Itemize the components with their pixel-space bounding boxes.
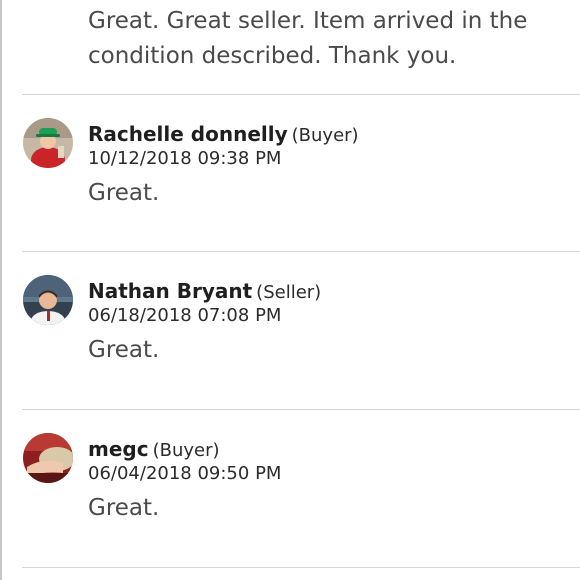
- review-comment: Great.: [88, 495, 160, 521]
- reviewer-line: Rachelle donnelly (Buyer): [88, 121, 359, 149]
- reviewer-line: Nathan Bryant (Seller): [88, 278, 321, 306]
- reviews-page: Great. Great seller. Item arrived in the…: [0, 0, 580, 580]
- review-item: Nathan Bryant (Seller) 06/18/2018 07:08 P…: [0, 252, 580, 408]
- reviewer-role: (Buyer): [291, 125, 359, 146]
- avatar[interactable]: [23, 275, 73, 325]
- review-date: 06/04/2018 09:50 PM: [88, 463, 282, 484]
- review-item: Rachelle donnelly (Buyer) 10/12/2018 09:3…: [0, 95, 580, 251]
- review-comment: Great.: [88, 337, 160, 363]
- user-avatar-icon: [23, 433, 73, 483]
- review-date: 10/12/2018 09:38 PM: [88, 148, 282, 169]
- review-comment: Great.: [88, 180, 160, 206]
- review-date: 06/18/2018 07:08 PM: [88, 305, 282, 326]
- reviewer-role: (Buyer): [152, 440, 220, 461]
- reviewer-name[interactable]: Rachelle donnelly: [88, 122, 288, 146]
- reviewer-name[interactable]: Nathan Bryant: [88, 279, 252, 303]
- review-comment-top: Great. Great seller. Item arrived in the…: [88, 8, 528, 69]
- user-avatar-icon: [23, 118, 73, 168]
- reviewer-name[interactable]: megc: [88, 437, 149, 461]
- avatar[interactable]: [23, 433, 73, 483]
- reviewer-role: (Seller): [256, 282, 322, 303]
- divider: [22, 567, 580, 568]
- avatar[interactable]: [23, 118, 73, 168]
- user-avatar-icon: [23, 275, 73, 325]
- review-item: megc (Buyer) 06/04/2018 09:50 PM Great.: [0, 410, 580, 566]
- reviewer-line: megc (Buyer): [88, 436, 220, 464]
